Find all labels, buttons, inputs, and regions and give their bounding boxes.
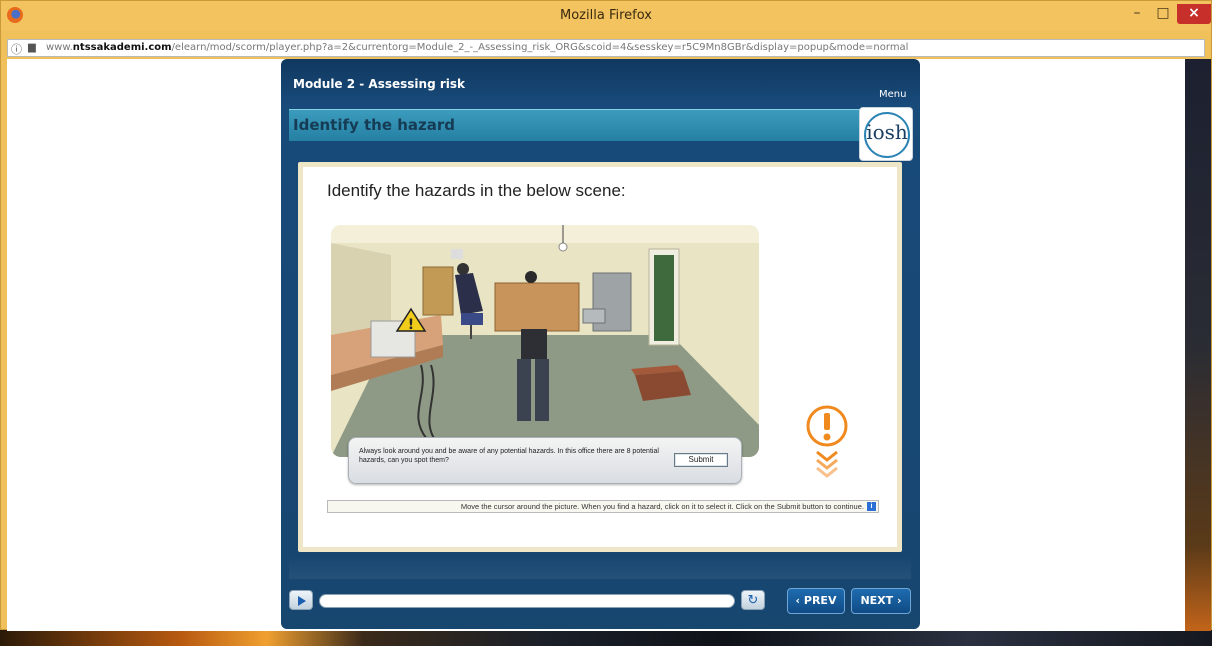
browser-window: Mozilla Firefox – □ × ⓘ ▆ www.ntssakadem… (0, 0, 1212, 631)
door-window (654, 255, 674, 341)
next-button[interactable]: NEXT › (851, 588, 911, 614)
info-icon[interactable]: ⓘ (11, 41, 22, 57)
warning-mark: ! (408, 317, 414, 333)
prev-button[interactable]: ‹ PREV (787, 588, 845, 614)
url-text[interactable]: www.ntssakademi.com/elearn/mod/scorm/pla… (46, 42, 908, 53)
player-controls: ↻ ‹ PREV NEXT › (289, 586, 911, 620)
instruction-text: Move the cursor around the picture. When… (460, 502, 864, 511)
bookshelf (422, 266, 454, 316)
iosh-logo: iosh (859, 107, 913, 161)
box-carrier-leg-right (535, 359, 549, 421)
callout-text: Always look around you and be aware of a… (359, 448, 659, 464)
alert-icon (806, 405, 848, 478)
window-titlebar[interactable]: Mozilla Firefox – □ × (1, 1, 1211, 31)
page-icon: ▆ (28, 42, 36, 53)
url-prefix: www. (46, 42, 73, 53)
minimize-button[interactable]: – (1124, 4, 1150, 24)
address-bar[interactable]: ⓘ ▆ www.ntssakademi.com/elearn/mod/scorm… (7, 39, 1205, 57)
alert-bar (824, 413, 830, 430)
progress-bar[interactable] (319, 594, 735, 608)
open-drawer[interactable] (582, 308, 606, 324)
section-bar: Identify the hazard (289, 109, 911, 141)
hanging-bulb[interactable] (558, 242, 568, 252)
menu-link[interactable]: Menu (879, 89, 906, 100)
info-icon[interactable]: i (867, 502, 876, 511)
close-button[interactable]: × (1177, 4, 1211, 24)
player-gloss (289, 557, 911, 579)
alert-dot (823, 433, 831, 441)
chevron-down-icon (816, 450, 838, 462)
office-scene-image[interactable]: ! (331, 225, 759, 457)
box-carrier-torso (521, 329, 547, 359)
hazard-callout: Always look around you and be aware of a… (348, 437, 742, 484)
carried-box[interactable] (494, 282, 580, 332)
box-carrier-head (525, 271, 537, 283)
replay-button[interactable]: ↻ (741, 590, 765, 610)
scorm-player: Module 2 - Assessing risk Menu Identify … (281, 59, 920, 629)
url-host: ntssakademi.com (72, 42, 172, 53)
module-title: Module 2 - Assessing risk (293, 77, 466, 91)
window-title: Mozilla Firefox (560, 8, 652, 23)
play-icon (298, 596, 306, 606)
question-text: Identify the hazards in the below scene: (327, 181, 626, 200)
box-carrier-leg-left (517, 359, 531, 421)
section-title: Identify the hazard (293, 116, 456, 134)
instruction-bar: Move the cursor around the picture. When… (327, 500, 879, 513)
scene-ceiling (331, 225, 759, 243)
maximize-button[interactable]: □ (1150, 4, 1176, 24)
desktop-edge (1185, 59, 1211, 631)
swivel-chair[interactable] (461, 313, 483, 325)
stage-inner: Identify the hazards in the below scene: (303, 167, 897, 547)
ceiling-fixture (451, 249, 463, 259)
content-stage: Identify the hazards in the below scene: (298, 162, 902, 552)
submit-button[interactable]: Submit (674, 453, 728, 467)
url-path: /elearn/mod/scorm/player.php?a=2&current… (171, 42, 909, 53)
worker-on-chair-head (457, 263, 469, 275)
play-button[interactable] (289, 590, 313, 610)
logo-text: iosh (866, 120, 908, 144)
